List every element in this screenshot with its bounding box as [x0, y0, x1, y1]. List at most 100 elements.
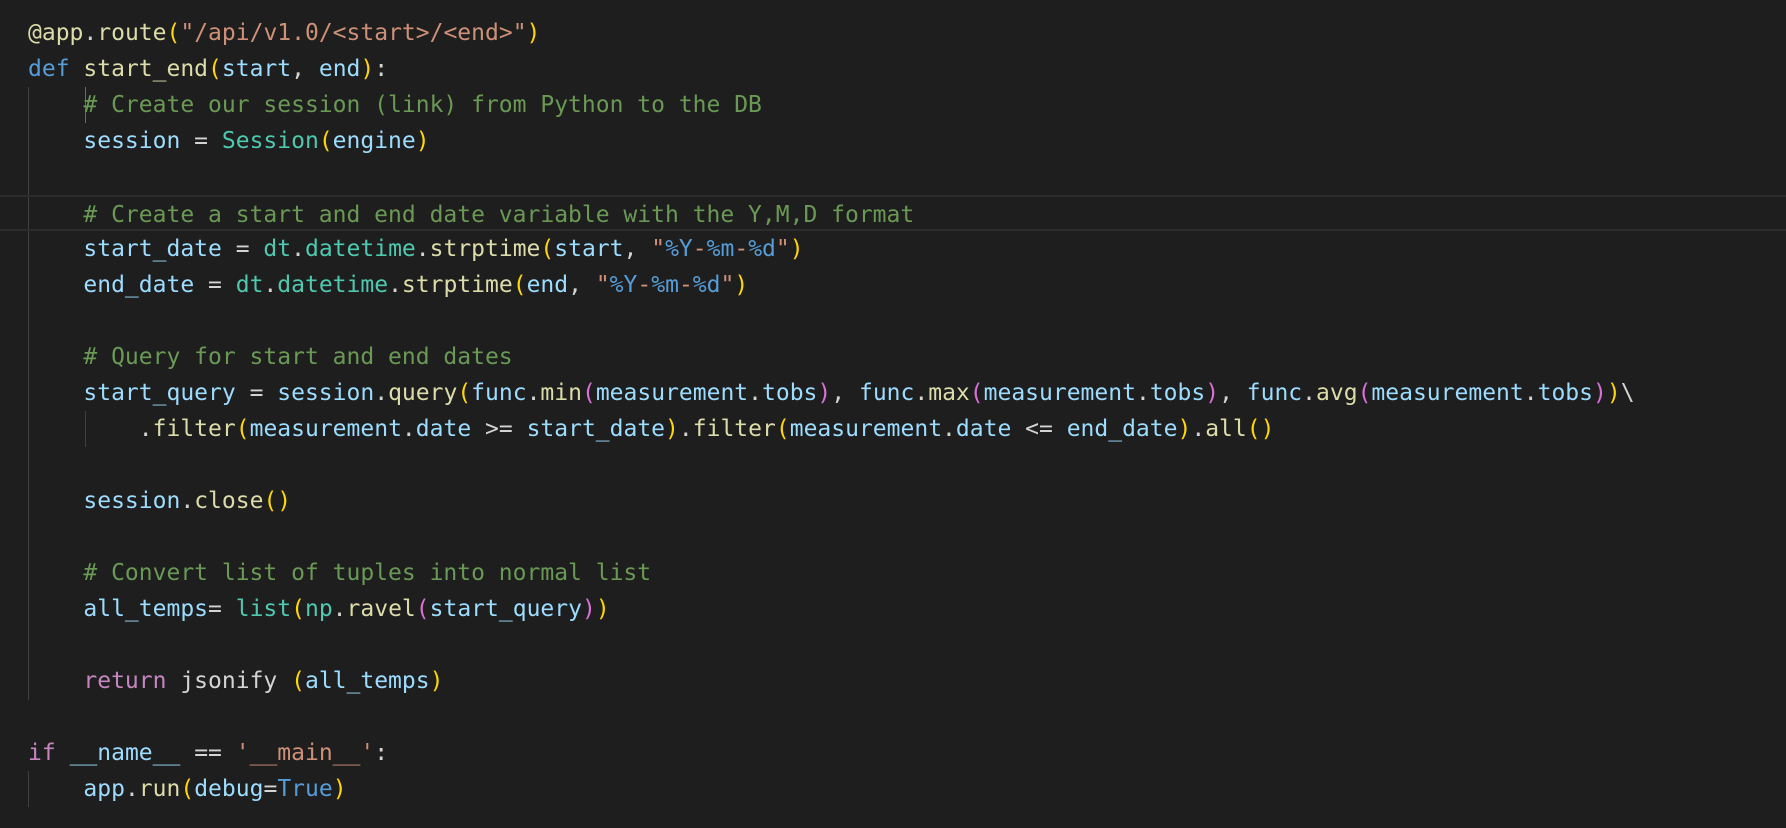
code-token: .	[291, 236, 305, 262]
code-token: session	[277, 380, 375, 406]
code-token: debug	[194, 776, 264, 802]
code-token: %d	[692, 272, 721, 298]
code-token: measurement	[789, 416, 943, 442]
code-token: return	[83, 668, 167, 694]
code-token: dt	[235, 272, 264, 298]
code-token: =	[263, 776, 278, 802]
code-token: .	[374, 380, 389, 406]
code-token: (	[415, 596, 430, 622]
code-token: )	[332, 776, 347, 802]
code-token: query	[388, 380, 458, 406]
code-token: )	[1205, 380, 1220, 406]
code-token: end_date	[83, 272, 195, 298]
code-line[interactable]	[28, 303, 1786, 339]
code-token: end	[318, 56, 361, 82]
code-line[interactable]: # Convert list of tuples into normal lis…	[28, 555, 1786, 591]
code-line[interactable]: # Create our session (link) from Python …	[28, 87, 1786, 123]
code-line[interactable]: # Create a start and end date variable w…	[0, 195, 1786, 231]
code-token: end	[526, 272, 569, 298]
code-token: (	[318, 128, 333, 154]
code-line[interactable]	[28, 627, 1786, 663]
code-token: )	[526, 20, 541, 46]
code-token: list	[235, 596, 292, 622]
code-token: (	[291, 668, 305, 694]
code-token: )	[789, 236, 804, 262]
code-token: all_temps	[304, 668, 430, 694]
code-token: func	[858, 380, 915, 406]
code-token: -	[692, 236, 707, 262]
code-token: if	[28, 740, 56, 766]
code-token: tobs	[762, 380, 818, 406]
code-token: <=	[1011, 416, 1067, 442]
code-token: ,	[568, 272, 596, 298]
code-token: ()	[1246, 416, 1275, 442]
code-token: .	[332, 596, 347, 622]
code-line[interactable]: # Query for start and end dates	[28, 339, 1786, 375]
code-token: ,	[623, 236, 652, 262]
code-token: max	[928, 380, 970, 406]
code-token: .	[124, 776, 139, 802]
code-line[interactable]: if __name__ == '__main__':	[28, 735, 1786, 771]
code-token: start_query	[429, 596, 582, 622]
code-line[interactable]: return jsonify (all_temps)	[28, 663, 1786, 699]
code-token: )	[595, 596, 610, 622]
code-token: -	[678, 272, 693, 298]
code-token: start_end	[83, 56, 209, 82]
code-line[interactable]: def start_end(start, end):	[28, 51, 1786, 87]
code-token: )	[415, 128, 430, 154]
code-token: )	[360, 56, 375, 82]
code-lines[interactable]: @app.route("/api/v1.0/<start>/<end>") def…	[0, 15, 1786, 807]
code-token: ,	[831, 380, 859, 406]
code-token: )	[734, 272, 749, 298]
code-token: .	[83, 20, 98, 46]
code-token: %m	[706, 236, 735, 262]
code-token: jsonify	[166, 668, 292, 694]
code-token: tobs	[1149, 380, 1206, 406]
code-token: )	[665, 416, 679, 442]
code-line[interactable]: session = Session(engine)	[28, 123, 1786, 159]
code-token: :	[374, 740, 389, 766]
code-line[interactable]	[28, 159, 1786, 195]
code-line[interactable]: all_temps= list(np.ravel(start_query))	[28, 591, 1786, 627]
code-line[interactable]	[28, 447, 1786, 483]
code-token: ,	[1219, 380, 1247, 406]
code-token: =	[180, 128, 222, 154]
code-token: .	[263, 272, 278, 298]
code-line[interactable]: app.run(debug=True)	[28, 771, 1786, 807]
code-editor[interactable]: @app.route("/api/v1.0/<start>/<end>") def…	[0, 0, 1786, 828]
code-token: .	[401, 416, 416, 442]
code-token: =	[221, 236, 264, 262]
code-token: strptime	[401, 272, 513, 298]
code-token: .	[1135, 380, 1150, 406]
code-line[interactable]: .filter(measurement.date >= start_date).…	[28, 411, 1786, 447]
code-token: @app	[28, 20, 84, 46]
code-token: (	[581, 380, 596, 406]
code-line[interactable]: start_query = session.query(func.min(mea…	[28, 375, 1786, 411]
code-token: .	[180, 488, 195, 514]
code-line[interactable]: @app.route("/api/v1.0/<start>/<end>")	[28, 15, 1786, 51]
code-line[interactable]	[28, 519, 1786, 555]
code-line[interactable]: start_date = dt.datetime.strptime(start,…	[28, 231, 1786, 267]
code-line[interactable]: end_date = dt.datetime.strptime(end, "%Y…	[28, 267, 1786, 303]
code-line[interactable]	[28, 699, 1786, 735]
code-token: (	[457, 380, 472, 406]
code-token: (	[540, 236, 555, 262]
code-token: )	[1177, 416, 1192, 442]
code-token: =	[208, 596, 236, 622]
code-token: # Convert list of tuples into normal lis…	[83, 560, 652, 586]
code-token: )	[581, 596, 596, 622]
code-token: route	[97, 20, 167, 46]
code-token: .	[678, 416, 693, 442]
code-token: min	[540, 380, 582, 406]
code-token: np	[304, 596, 333, 622]
code-token: .	[1302, 380, 1317, 406]
code-line[interactable]: session.close()	[28, 483, 1786, 519]
